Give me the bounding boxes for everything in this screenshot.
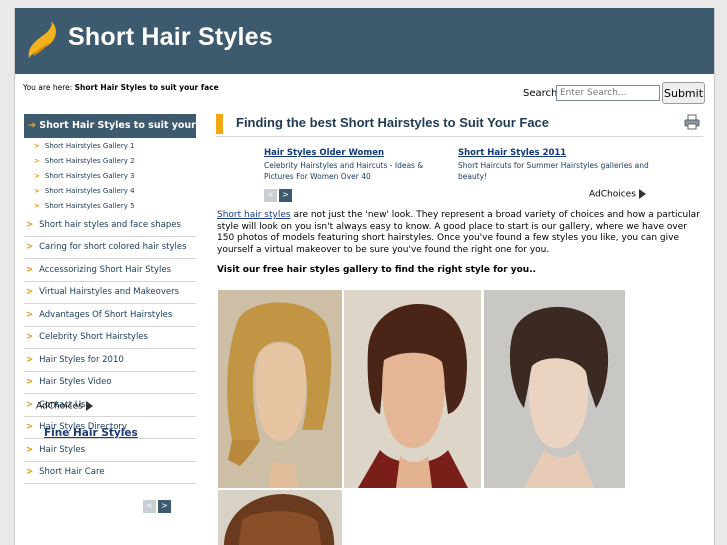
chevron-right-icon: >	[26, 400, 34, 410]
sidebar-item-label: Hair Styles for 2010	[39, 355, 124, 365]
main-adchoices[interactable]: AdChoices	[589, 189, 646, 200]
page-title: Finding the best Short Hairstyles to Sui…	[236, 115, 550, 130]
chevron-right-icon: >	[26, 377, 34, 387]
sidebar-adchoices[interactable]: AdChoices	[36, 401, 93, 412]
arrow-right-icon: ➔	[28, 120, 36, 131]
adchoices-play-icon	[638, 189, 646, 199]
gallery-callout: Visit our free hair styles gallery to fi…	[217, 265, 537, 275]
sidebar-item-label: Virtual Hairstyles and Makeovers	[39, 287, 180, 297]
sidebar-subitem[interactable]: > Short Hairstyles Gallery 2	[34, 155, 135, 167]
sidebar-ad-prev-button[interactable]: <	[143, 500, 156, 513]
chevron-right-icon: >	[26, 355, 34, 365]
adchoices-play-icon	[85, 401, 93, 411]
sidebar-subitem-label: Short Hairstyles Gallery 5	[44, 202, 135, 210]
sidebar-subitem[interactable]: > Short Hairstyles Gallery 4	[34, 185, 135, 197]
print-icon[interactable]	[684, 114, 700, 130]
sidebar-item[interactable]: > Short hair styles and face shapes	[24, 215, 196, 237]
ad-unit[interactable]: Short Hair Styles 2011 Short Haircuts fo…	[458, 148, 658, 182]
chevron-right-icon: >	[34, 187, 40, 195]
sidebar-item-label: Short Hair Care	[39, 467, 105, 477]
sidebar-item[interactable]: > Hair Styles for 2010	[24, 350, 196, 372]
page: Short Hair Styles You are here: Short Ha…	[14, 8, 715, 545]
sidebar-item[interactable]: > Advantages Of Short Hairstyles	[24, 305, 196, 327]
sidebar-item[interactable]: > Virtual Hairstyles and Makeovers	[24, 282, 196, 304]
breadcrumb-prefix: You are here:	[23, 83, 75, 92]
chevron-right-icon: >	[26, 445, 34, 455]
sidebar-subitem-label: Short Hairstyles Gallery 3	[44, 172, 135, 180]
sidebar-ad-next-button[interactable]: >	[158, 500, 171, 513]
chevron-right-icon: >	[26, 310, 34, 320]
breadcrumb: You are here: Short Hair Styles to suit …	[23, 83, 219, 92]
ad-title[interactable]: Short Hair Styles 2011	[458, 148, 658, 158]
chevron-right-icon: >	[26, 220, 34, 230]
search-input[interactable]	[556, 85, 660, 101]
sidebar-item-label: Advantages Of Short Hairstyles	[39, 310, 173, 320]
intro-paragraph: Short hair styles are not just the 'new'…	[217, 210, 705, 256]
sidebar-subitem-label: Short Hairstyles Gallery 1	[44, 142, 135, 150]
sidebar-subitem-label: Short Hairstyles Gallery 2	[44, 157, 135, 165]
sidebar-subitem[interactable]: > Short Hairstyles Gallery 3	[34, 170, 135, 182]
sidebar-item[interactable]: > Caring for short colored hair styles	[24, 237, 196, 259]
chevron-right-icon: >	[26, 242, 34, 252]
ad-unit[interactable]: Hair Styles Older Women Celebrity Hairst…	[264, 148, 444, 182]
search-submit-button[interactable]: Submit	[662, 82, 705, 104]
title-accent-bar	[216, 114, 223, 134]
hairstyle-photo-blonde[interactable]	[218, 290, 342, 488]
adchoices-label: AdChoices	[589, 189, 636, 200]
chevron-right-icon: >	[34, 172, 40, 180]
hairstyle-photo-dark-wavy[interactable]	[484, 290, 625, 488]
sidebar-item-label: Accessorizing Short Hair Styles	[39, 265, 172, 275]
chevron-left-icon: <	[146, 501, 153, 510]
short-hair-styles-link[interactable]: Short hair styles	[217, 210, 291, 220]
site-title[interactable]: Short Hair Styles	[68, 23, 273, 52]
ad-next-button[interactable]: >	[279, 189, 292, 202]
breadcrumb-current: Short Hair Styles to suit your face	[74, 83, 219, 92]
sidebar-subitem-label: Short Hairstyles Gallery 4	[44, 187, 135, 195]
sidebar-item-label: Caring for short colored hair styles	[39, 242, 187, 252]
ad-description: Celebrity Hairstyles and Haircuts - Idea…	[264, 161, 424, 181]
sidebar-subitem[interactable]: > Short Hairstyles Gallery 1	[34, 140, 135, 152]
sidebar-item[interactable]: > Hair Styles	[24, 440, 196, 462]
ad-description: Short Haircuts for Summer Hairstyles gal…	[458, 161, 649, 181]
ad-title[interactable]: Hair Styles Older Women	[264, 148, 444, 158]
chevron-right-icon: >	[282, 190, 289, 199]
site-header: Short Hair Styles	[15, 8, 714, 74]
chevron-right-icon: >	[34, 157, 40, 165]
chevron-right-icon: >	[26, 287, 34, 297]
title-bar: Finding the best Short Hairstyles to Sui…	[216, 112, 703, 137]
chevron-right-icon: >	[26, 467, 34, 477]
sidebar-item[interactable]: > Short Hair Care	[24, 462, 196, 484]
chevron-right-icon: >	[26, 332, 34, 342]
fine-hair-styles-link[interactable]: Fine Hair Styles	[44, 427, 138, 439]
chevron-right-icon: >	[26, 265, 34, 275]
ad-prev-button[interactable]: <	[264, 189, 277, 202]
chevron-right-icon: >	[34, 142, 40, 150]
sidebar-item-label: Hair Styles Video	[39, 377, 112, 387]
sidebar-item-active[interactable]: ➔ Short Hair Styles to suit your face	[24, 114, 196, 155]
chevron-right-icon: >	[34, 202, 40, 210]
chevron-right-icon: >	[161, 501, 168, 510]
chevron-right-icon: >	[26, 422, 34, 432]
sidebar-item-label: Hair Styles	[39, 445, 86, 455]
sidebar-subitem[interactable]: > Short Hairstyles Gallery 5	[34, 200, 135, 212]
sidebar-item[interactable]: > Hair Styles Video	[24, 372, 196, 394]
hairstyle-photo-bob-fringe[interactable]	[344, 290, 481, 488]
hair-swoosh-logo-icon[interactable]	[25, 20, 61, 62]
chevron-left-icon: <	[267, 190, 274, 199]
sidebar-item-label: Short hair styles and face shapes	[39, 220, 181, 230]
sidebar-item[interactable]: > Accessorizing Short Hair Styles	[24, 260, 196, 282]
adchoices-label: AdChoices	[36, 401, 83, 412]
hairstyle-photo-auburn[interactable]	[218, 490, 342, 545]
sidebar-item[interactable]: > Celebrity Short Hairstyles	[24, 327, 196, 349]
sidebar-item-label: Celebrity Short Hairstyles	[39, 332, 148, 342]
